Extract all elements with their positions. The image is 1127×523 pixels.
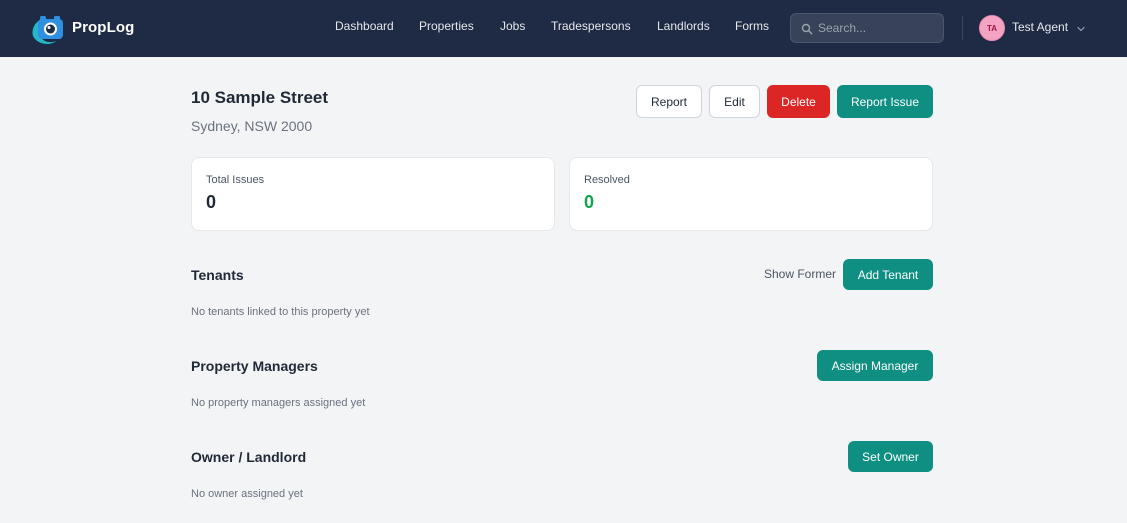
- search-input[interactable]: [818, 19, 938, 37]
- stat-value: 0: [584, 192, 595, 212]
- nav-dashboard[interactable]: Dashboard: [335, 19, 394, 33]
- nav-properties[interactable]: Properties: [419, 19, 474, 33]
- tenants-empty-text: No tenants linked to this property yet: [191, 306, 370, 318]
- managers-empty-text: No property managers assigned yet: [191, 397, 366, 409]
- header-divider: [962, 16, 963, 40]
- section-title-owner: Owner / Landlord: [191, 449, 307, 465]
- brand-name[interactable]: PropLog: [72, 19, 134, 36]
- nav-jobs[interactable]: Jobs: [500, 19, 525, 33]
- owner-empty-text: No owner assigned yet: [191, 488, 303, 500]
- add-tenant-button[interactable]: Add Tenant: [843, 259, 933, 290]
- top-navbar: PropLog Dashboard Properties Jobs Trades…: [0, 0, 1127, 57]
- search-box: [790, 13, 944, 43]
- stat-label: Resolved: [584, 174, 630, 186]
- show-former-toggle[interactable]: Show Former: [764, 267, 836, 281]
- delete-button[interactable]: Delete: [767, 85, 830, 118]
- nav-landlords[interactable]: Landlords: [657, 19, 710, 33]
- section-title-tenants: Tenants: [191, 267, 244, 283]
- search-icon: [801, 23, 813, 35]
- user-name: Test Agent: [1012, 20, 1069, 34]
- stat-label: Total Issues: [206, 174, 265, 186]
- nav-forms[interactable]: Forms: [735, 19, 769, 33]
- set-owner-button[interactable]: Set Owner: [848, 441, 933, 472]
- report-button[interactable]: Report: [636, 85, 702, 118]
- nav-tradespersons[interactable]: Tradespersons: [551, 19, 631, 33]
- proplog-logo-icon[interactable]: [29, 11, 65, 47]
- section-title-property-managers: Property Managers: [191, 358, 318, 374]
- report-issue-button[interactable]: Report Issue: [837, 85, 933, 118]
- property-address: Sydney, NSW 2000: [191, 118, 313, 134]
- stat-card-resolved: Resolved 0: [569, 157, 933, 231]
- avatar: TA: [979, 15, 1005, 41]
- stat-value: 0: [206, 192, 217, 212]
- stat-card-total-issues: Total Issues 0: [191, 157, 555, 231]
- chevron-down-icon: [1077, 26, 1085, 32]
- assign-manager-button[interactable]: Assign Manager: [817, 350, 933, 381]
- page-title: 10 Sample Street: [191, 88, 329, 107]
- edit-button[interactable]: Edit: [709, 85, 760, 118]
